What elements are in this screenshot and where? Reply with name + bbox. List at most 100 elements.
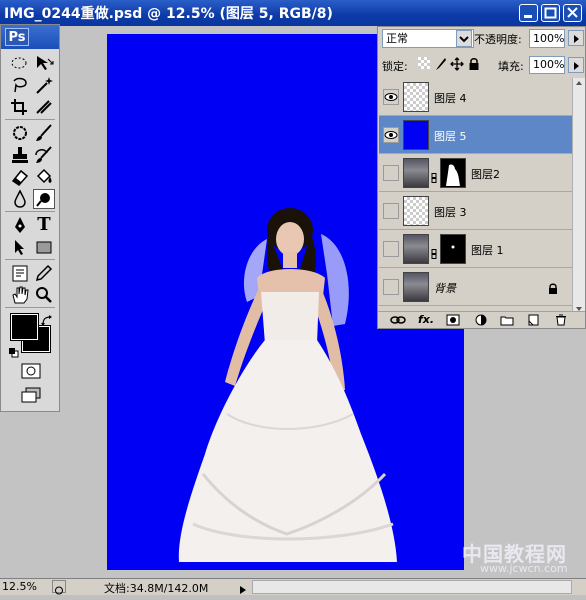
fill-dropdown-button[interactable] bbox=[568, 57, 584, 73]
rectangle-icon bbox=[36, 241, 52, 254]
add-mask-icon[interactable] bbox=[446, 314, 460, 326]
lock-transparency-icon[interactable] bbox=[418, 57, 430, 69]
photoshop-logo: Ps bbox=[5, 28, 29, 46]
lock-position-icon[interactable] bbox=[450, 56, 464, 71]
blend-mode-value: 正常 bbox=[386, 32, 408, 45]
lasso-tool[interactable] bbox=[9, 75, 31, 95]
blend-mode-dropdown-button[interactable] bbox=[456, 30, 472, 47]
marquee-icon bbox=[11, 57, 27, 69]
opacity-input[interactable]: 100% bbox=[529, 29, 565, 48]
triangle-right-icon bbox=[574, 35, 579, 43]
layer-mask-thumbnail[interactable] bbox=[440, 158, 466, 188]
move-tool[interactable] bbox=[33, 53, 55, 73]
layer-row-4[interactable]: 图层 4 bbox=[379, 78, 574, 116]
layer-visibility-toggle[interactable] bbox=[383, 165, 399, 181]
lock-label: 锁定: bbox=[382, 60, 408, 73]
layer-row-3[interactable]: 图层 3 bbox=[379, 192, 574, 230]
link-layers-icon[interactable] bbox=[390, 314, 406, 326]
close-button[interactable] bbox=[563, 4, 582, 22]
hand-tool[interactable] bbox=[9, 285, 31, 305]
layer-row-5-selected[interactable]: 图层 5 bbox=[379, 116, 574, 154]
trash-icon[interactable] bbox=[554, 314, 568, 326]
blur-tool[interactable] bbox=[9, 189, 31, 209]
fill-label: 填充: bbox=[498, 60, 524, 73]
eraser-tool[interactable] bbox=[9, 167, 31, 187]
pen-tool[interactable] bbox=[9, 215, 31, 235]
foreground-color-swatch[interactable] bbox=[10, 313, 39, 341]
zoom-level[interactable]: 12.5% bbox=[2, 580, 37, 593]
slice-icon bbox=[36, 100, 52, 114]
clone-stamp-tool[interactable] bbox=[9, 145, 31, 165]
default-colors-icon[interactable] bbox=[9, 343, 19, 358]
layer-visibility-toggle[interactable] bbox=[383, 279, 399, 295]
type-tool[interactable]: T bbox=[33, 215, 55, 235]
shape-tool[interactable] bbox=[33, 237, 55, 257]
layer-row-1[interactable]: 图层 1 bbox=[379, 230, 574, 268]
opacity-dropdown-button[interactable] bbox=[568, 30, 584, 46]
history-brush-tool[interactable] bbox=[33, 145, 55, 165]
healing-brush-tool[interactable] bbox=[9, 123, 31, 143]
dodge-tool-active[interactable] bbox=[33, 189, 55, 209]
bandage-icon bbox=[13, 126, 27, 140]
chevron-down-icon bbox=[459, 36, 469, 43]
mask-link-icon[interactable] bbox=[431, 244, 437, 259]
layer-mask-thumbnail[interactable] bbox=[440, 234, 466, 264]
marquee-tool[interactable] bbox=[9, 53, 31, 73]
screen-mode-button[interactable] bbox=[20, 385, 42, 405]
fill-input[interactable]: 100% bbox=[529, 56, 565, 74]
close-icon bbox=[567, 7, 578, 18]
new-layer-icon[interactable] bbox=[526, 314, 540, 326]
layer-thumbnail bbox=[403, 82, 429, 112]
notes-icon bbox=[12, 265, 28, 282]
layer-thumbnail bbox=[403, 158, 429, 188]
magic-wand-tool[interactable] bbox=[33, 75, 55, 95]
lock-image-icon[interactable] bbox=[434, 56, 448, 70]
paint-bucket-icon bbox=[36, 168, 52, 184]
pen-icon bbox=[15, 217, 25, 233]
layer-visibility-toggle[interactable] bbox=[383, 241, 399, 257]
layer-thumbnail bbox=[403, 120, 429, 150]
lasso-icon bbox=[13, 77, 27, 93]
layer-name: 背景 bbox=[434, 282, 456, 295]
window-title: IMG_0244重做.psd @ 12.5% (图层 5, RGB/8) bbox=[4, 6, 333, 22]
adjustment-layer-icon[interactable] bbox=[474, 314, 488, 326]
minimize-button[interactable] bbox=[519, 4, 538, 22]
layers-footer: fx. bbox=[378, 311, 585, 328]
layer-visibility-toggle[interactable] bbox=[383, 127, 399, 143]
quick-mask-button[interactable] bbox=[20, 361, 42, 381]
layer-visibility-toggle[interactable] bbox=[383, 203, 399, 219]
horizontal-scrollbar[interactable] bbox=[252, 580, 572, 594]
document-size: 文档:34.8M/142.0M bbox=[104, 582, 209, 595]
paint-bucket-tool[interactable] bbox=[33, 167, 55, 187]
swap-colors-icon[interactable] bbox=[41, 312, 53, 326]
water-drop-icon bbox=[14, 189, 26, 208]
lock-all-icon[interactable] bbox=[468, 56, 480, 70]
crop-tool[interactable] bbox=[9, 97, 31, 117]
status-arrow-icon[interactable] bbox=[238, 581, 248, 594]
minimize-icon bbox=[524, 15, 532, 18]
layer-row-background[interactable]: 背景 bbox=[379, 268, 574, 306]
layer-style-button[interactable]: fx. bbox=[418, 314, 434, 326]
mask-link-icon[interactable] bbox=[431, 168, 437, 183]
layer-visibility-toggle[interactable] bbox=[383, 89, 399, 105]
layer-name: 图层2 bbox=[471, 168, 500, 181]
eyedropper-tool[interactable] bbox=[33, 263, 55, 283]
path-selection-icon bbox=[15, 240, 24, 255]
layers-scrollbar[interactable] bbox=[572, 78, 585, 314]
eraser-icon bbox=[11, 169, 29, 186]
new-group-icon[interactable] bbox=[500, 314, 514, 326]
toolbox-panel: Ps T bbox=[0, 24, 60, 412]
status-menu-icon[interactable] bbox=[52, 580, 66, 595]
layer-name: 图层 4 bbox=[434, 92, 467, 105]
layer-name: 图层 3 bbox=[434, 206, 467, 219]
layer-row-2[interactable]: 图层2 bbox=[379, 154, 574, 192]
maximize-button[interactable] bbox=[541, 4, 560, 22]
slice-tool[interactable] bbox=[33, 97, 55, 117]
brush-tool[interactable] bbox=[33, 123, 55, 143]
path-selection-tool[interactable] bbox=[9, 237, 31, 257]
zoom-tool[interactable] bbox=[33, 285, 55, 305]
quick-mask-icon bbox=[21, 363, 41, 379]
magic-wand-icon bbox=[36, 77, 53, 94]
notes-tool[interactable] bbox=[9, 263, 31, 283]
toolbox-header[interactable]: Ps bbox=[1, 25, 59, 49]
